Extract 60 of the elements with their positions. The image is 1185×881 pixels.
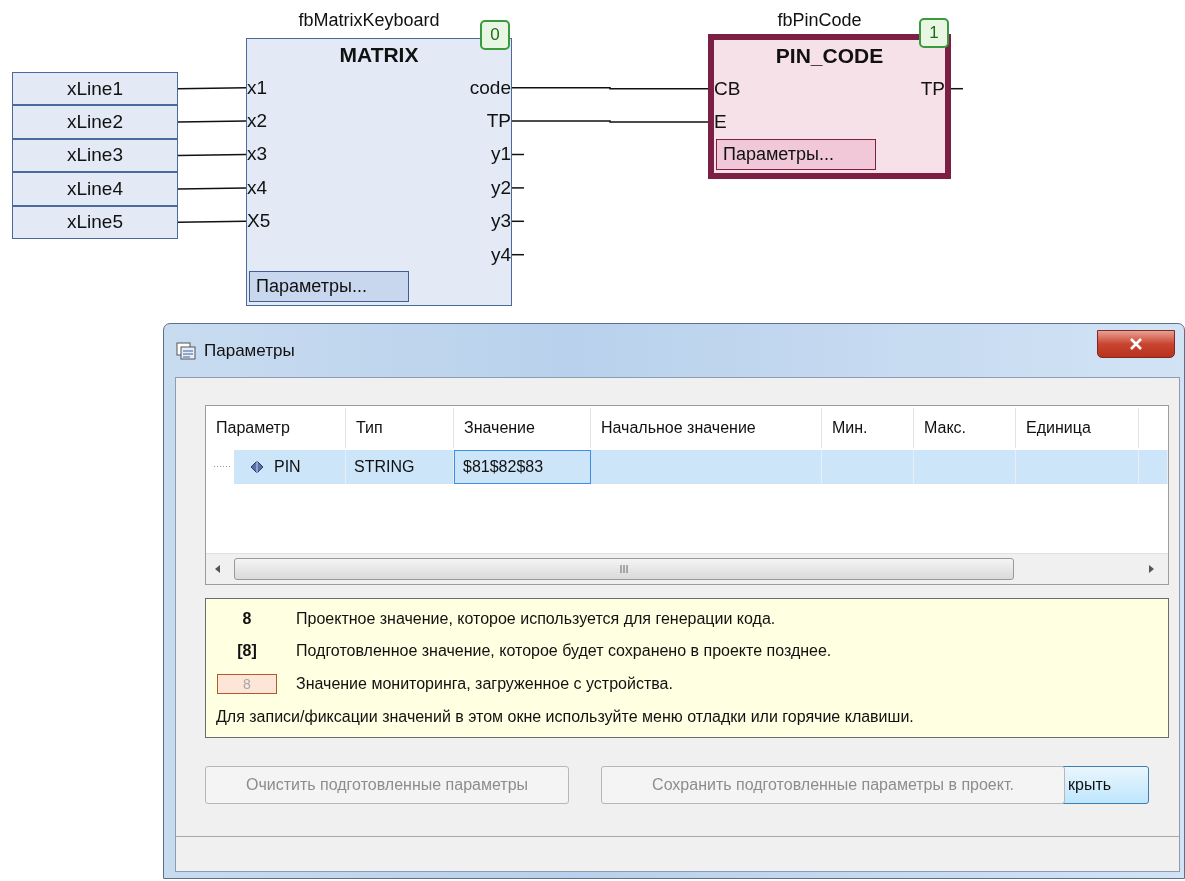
- output-pin: code: [469, 75, 511, 100]
- close-icon: [1129, 338, 1143, 350]
- column-header[interactable]: Значение: [454, 408, 591, 448]
- legend-text: Проектное значение, которое используется для генерации кода.: [296, 610, 776, 628]
- variable-box[interactable]: xLine5: [12, 205, 178, 239]
- output-pin: TP: [920, 76, 945, 101]
- column-header[interactable]: Единица: [1016, 408, 1139, 448]
- legend-sample: [8]: [237, 642, 257, 660]
- variable-box[interactable]: xLine4: [12, 172, 178, 206]
- diamond-icon: [250, 460, 264, 474]
- input-pin: x2: [247, 109, 269, 134]
- input-pin: x1: [247, 75, 269, 100]
- output-pin: y1: [490, 142, 511, 167]
- legend-text: Подготовленное значение, которое будет сохранено в проекте позднее.: [296, 642, 832, 660]
- output-pin: y3: [490, 209, 511, 234]
- window-title: Параметры: [204, 340, 295, 361]
- parameters-button[interactable]: Параметры...: [249, 271, 409, 303]
- output-pin: y2: [490, 175, 511, 200]
- scrollbar[interactable]: [206, 553, 1168, 584]
- block-type: MATRIX: [338, 42, 420, 68]
- parameter-name: PIN: [274, 458, 301, 476]
- close-button[interactable]: [1097, 330, 1175, 358]
- variable-box[interactable]: xLine3: [12, 138, 178, 173]
- wire: [177, 187, 247, 190]
- legend-text: Значение мониторинга, загруженное с устройства.: [296, 675, 673, 693]
- tree-line: [214, 466, 232, 467]
- wire: [177, 153, 247, 157]
- column-header[interactable]: Мин.: [822, 408, 914, 448]
- value-field[interactable]: $81$82$83: [454, 450, 591, 484]
- wire: [177, 220, 247, 224]
- monitoring-sample: 8: [217, 674, 277, 694]
- legend-note: Для записи/фиксации значений в этом окне используйте меню отладки или горячие клавиши.: [216, 708, 915, 726]
- parameters-button[interactable]: Параметры...: [716, 138, 876, 170]
- input-pin: CB: [714, 76, 742, 101]
- instance-name: fbMatrixKeyboard: [298, 10, 440, 31]
- wire: [177, 120, 247, 123]
- scroll-left-icon: [215, 565, 220, 573]
- input-pin: x4: [247, 175, 269, 200]
- table-row[interactable]: PIN STRING $81$82$83: [206, 450, 1168, 484]
- variable-box[interactable]: xLine1: [12, 72, 178, 106]
- output-pin: TP: [486, 109, 511, 134]
- column-header[interactable]: Начальное значение: [591, 408, 822, 448]
- column-header[interactable]: Параметр: [206, 408, 346, 448]
- scrollbar-thumb[interactable]: [234, 558, 1014, 580]
- input-pin: X5: [247, 209, 272, 234]
- scroll-right-icon: [1149, 565, 1154, 573]
- table-cell: STRING: [346, 450, 454, 484]
- wire: [177, 86, 247, 90]
- order-badge: 0: [480, 20, 510, 50]
- column-header[interactable]: Тип: [346, 408, 454, 448]
- instance-name: fbPinCode: [777, 10, 862, 31]
- order-badge: 1: [919, 18, 949, 48]
- input-pin: E: [714, 110, 728, 135]
- block-type: PIN_CODE: [774, 43, 885, 69]
- parameters-icon: [176, 341, 196, 360]
- input-pin: x3: [247, 142, 269, 167]
- variable-box[interactable]: xLine2: [12, 105, 178, 139]
- column-header[interactable]: Макс.: [914, 408, 1016, 448]
- output-pin: y4: [490, 242, 511, 267]
- legend-sample: 8: [242, 610, 252, 628]
